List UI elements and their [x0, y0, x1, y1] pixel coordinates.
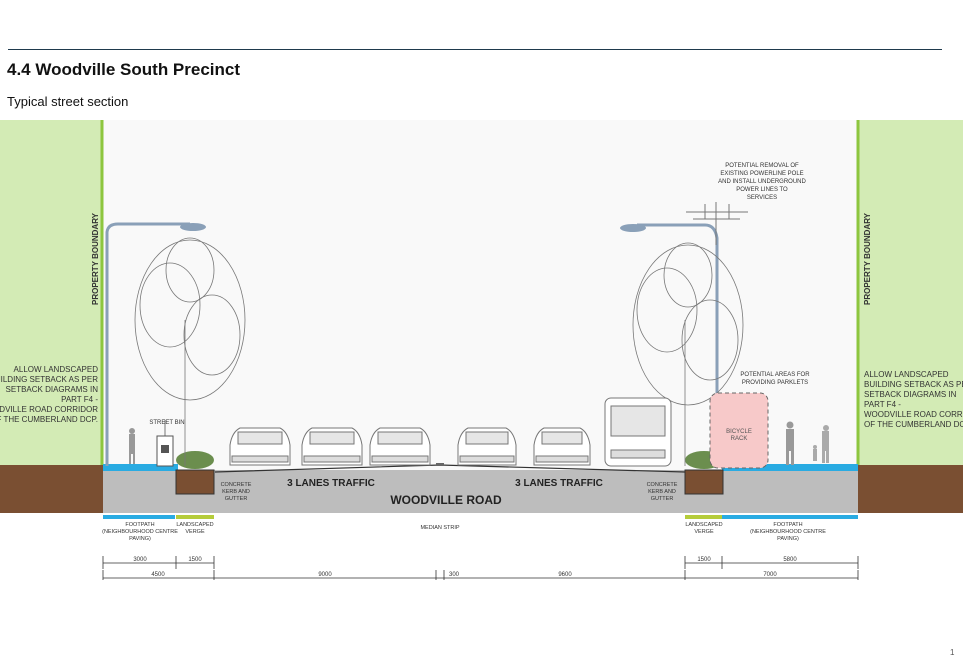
dimension-label: 1500: [697, 557, 711, 563]
street-section-diagram: BICYCLE RACK PROPERTY BOUNDARY PROPERTY …: [0, 120, 963, 580]
powerline-note-line: AND INSTALL UNDERGROUND: [718, 179, 806, 185]
legend-median: MEDIAN STRIP: [420, 525, 459, 531]
setback-note-left-line: PART F4 -: [61, 395, 98, 404]
parklet-note-line: POTENTIAL AREAS FOR: [740, 372, 810, 378]
legend-footpath-right-line: FOOTPATH: [773, 522, 802, 528]
setback-note-left-line: OF THE CUMBERLAND DCP.: [0, 415, 98, 424]
kerb-label-left-line: KERB AND: [222, 489, 250, 495]
kerb-label-right: CONCRETE KERB AND GUTTER: [647, 482, 678, 502]
legend-verge-right: LANDSCAPED VERGE: [685, 522, 722, 535]
kerb-label-left-line: GUTTER: [225, 496, 248, 502]
legend-verge-bar-right: [685, 515, 722, 519]
setback-note-left-line: WOODVILLE ROAD CORRIDOR: [0, 405, 98, 414]
setback-note-right-line: BUILDING SETBACK AS PER: [864, 380, 963, 389]
setback-note-left-line: ALLOW LANDSCAPED: [14, 365, 99, 374]
property-boundary-right: PROPERTY BOUNDARY: [863, 212, 872, 305]
traffic-label-right: 3 LANES TRAFFIC: [515, 478, 603, 489]
legend-verge-left-line: LANDSCAPED: [176, 522, 213, 528]
dimension-row-1: [102, 556, 859, 569]
page-number: 1: [950, 648, 955, 657]
car-2: [301, 427, 363, 466]
kerb-label-right-line: KERB AND: [648, 489, 676, 495]
kerb-label-left-line: CONCRETE: [221, 482, 252, 488]
dimension-row-2-labels: 4500 9000 300 9600 7000: [151, 572, 777, 578]
legend-verge-right-line: VERGE: [694, 529, 714, 535]
traffic-label-left: 3 LANES TRAFFIC: [287, 478, 375, 489]
legend-footpath-bar-left: [103, 515, 175, 519]
legend-footpath-left-line: PAVING): [129, 536, 151, 542]
page-subtitle: Typical street section: [7, 94, 129, 109]
car-5: [533, 427, 591, 466]
dimension-label: 4500: [151, 572, 165, 578]
median-strip-marker: [436, 463, 444, 466]
kerb-label-right-line: CONCRETE: [647, 482, 678, 488]
planter-box-right: [684, 469, 724, 495]
parklet-note-line: PROVIDING PARKLETS: [742, 380, 808, 386]
kerb-label-left: CONCRETE KERB AND GUTTER: [221, 482, 252, 502]
powerline-note-line: POTENTIAL REMOVAL OF: [725, 163, 799, 169]
legend-verge-left: LANDSCAPED VERGE: [176, 522, 213, 535]
powerline-note-line: POWER LINES TO: [736, 187, 788, 193]
dimension-label: 9000: [318, 572, 332, 578]
legend-footpath-bar-right: [722, 515, 858, 519]
dimension-label: 9600: [558, 572, 572, 578]
dimension-row-1-labels: 3000 1500 1500 5800: [133, 557, 797, 563]
setback-note-right-line: PART F4 -: [864, 400, 901, 409]
soil-left: [0, 465, 103, 513]
setback-note-right-line: SETBACK DIAGRAMS IN: [864, 390, 957, 399]
dimension-label: 1500: [188, 557, 202, 563]
property-boundary-left: PROPERTY BOUNDARY: [91, 212, 100, 305]
car-1: [229, 427, 291, 466]
legend-footpath-right-line: (NEIGHBOURHOOD CENTRE: [750, 529, 826, 535]
header-rule: [8, 49, 942, 50]
planter-box-left: [175, 469, 215, 495]
legend-footpath-left: FOOTPATH (NEIGHBOURHOOD CENTRE PAVING): [102, 522, 178, 542]
legend-footpath-right: FOOTPATH (NEIGHBOURHOOD CENTRE PAVING): [750, 522, 826, 542]
bus: [604, 397, 672, 467]
street-bin-label: STREET BIN: [149, 420, 184, 426]
bicycle-rack-label-1: BICYCLE: [726, 429, 752, 435]
setback-note-left-line: BUILDING SETBACK AS PER: [0, 375, 98, 384]
powerline-note-line: EXISTING POWERLINE POLE: [720, 171, 803, 177]
legend-verge-bar-left: [176, 515, 214, 519]
car-3: [369, 427, 431, 466]
soil-right: [858, 465, 963, 513]
setback-note-right-line: OF THE CUMBERLAND DCP.: [864, 420, 963, 429]
legend-verge-right-line: LANDSCAPED: [685, 522, 722, 528]
page-title: 4.4 Woodville South Precinct: [7, 60, 241, 79]
kerb-label-right-line: GUTTER: [651, 496, 674, 502]
road-name-label: WOODVILLE ROAD: [390, 493, 502, 507]
dimension-label: 3000: [133, 557, 147, 563]
setback-note-right-line: WOODVILLE ROAD CORRIDOR: [864, 410, 963, 419]
bicycle-rack-label-2: RACK: [731, 436, 748, 442]
car-4: [457, 427, 517, 466]
legend-footpath-left-line: FOOTPATH: [125, 522, 154, 528]
legend-verge-left-line: VERGE: [185, 529, 205, 535]
setback-note-right-line: ALLOW LANDSCAPED: [864, 370, 949, 379]
setback-note-left-line: SETBACK DIAGRAMS IN: [6, 385, 99, 394]
planter-shrub-left: [176, 451, 214, 469]
dimension-row-2: [102, 570, 859, 580]
dimension-label: 7000: [763, 572, 777, 578]
powerline-note-line: SERVICES: [747, 195, 777, 201]
legend-footpath-right-line: PAVING): [777, 536, 799, 542]
dimension-label: 300: [449, 572, 460, 578]
dimension-label: 5800: [783, 557, 797, 563]
legend-footpath-left-line: (NEIGHBOURHOOD CENTRE: [102, 529, 178, 535]
